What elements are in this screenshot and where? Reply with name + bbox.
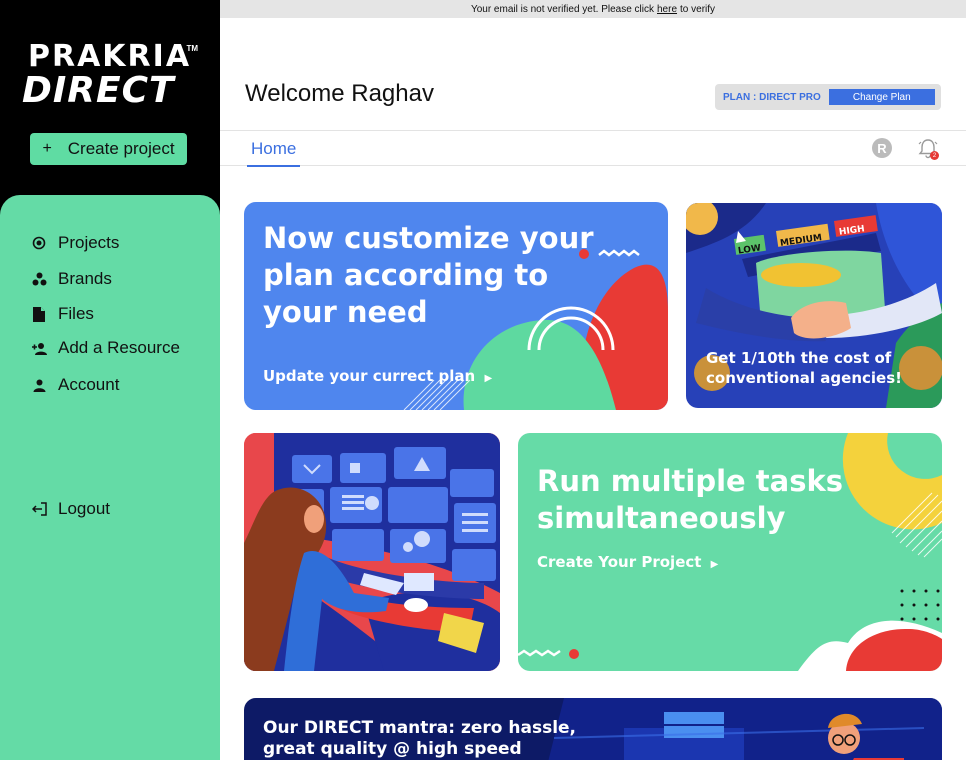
plan-box: PLAN : DIRECT PRO Change Plan [715,84,941,110]
change-plan-button[interactable]: Change Plan [828,89,935,105]
sidebar-item-add-resource[interactable]: Add a Resource [30,338,180,358]
create-project-label: Create project [67,139,175,158]
caret-right-icon: ▶ [484,373,493,384]
banner-suffix: to verify [680,3,716,15]
mantra-card[interactable]: Our DIRECT mantra: zero hassle, great qu… [244,698,942,760]
designer-illustration [244,433,500,671]
cost-card-text: Get 1/10th the cost of conventional agen… [706,348,902,388]
sidebar-item-label: Brands [58,269,112,288]
notification-badge: 2 [930,151,939,160]
text-line: Get 1/10th the cost of [706,349,892,367]
sidebar-item-projects[interactable]: Projects [30,233,119,253]
tab-bar: Home R 2 [220,130,966,167]
file-icon [30,305,48,323]
text-line: conventional agencies! [706,369,902,387]
update-plan-label: Update your currect plan [263,367,476,385]
title-line: Now customize your [263,221,594,255]
create-project-button[interactable]: + Create project [30,133,187,165]
sidebar-item-brands[interactable]: Brands [30,269,112,289]
title-line: Run multiple tasks [537,464,844,498]
text-line: Our DIRECT mantra: zero hassle, [263,718,577,738]
sidebar: PRAKRIA TM DIRECT + Create project Proje… [0,0,220,760]
customize-card-title: Now customize your plan according to you… [263,220,594,331]
sidebar-item-files[interactable]: Files [30,304,94,324]
title-line: your need [263,295,428,329]
workspace-illustration-card [244,433,500,671]
logout-label: Logout [58,499,110,518]
sidebar-item-label: Account [58,375,120,394]
verify-link[interactable]: here [657,4,677,15]
customize-plan-card[interactable]: Now customize your plan according to you… [244,202,668,410]
caret-right-icon: ▶ [710,559,719,570]
logo-line2: DIRECT [22,70,175,111]
tab-home[interactable]: Home [247,139,301,167]
add-user-icon [30,339,48,357]
page-title: Welcome Raghav [245,80,434,107]
sidebar-item-label: Projects [58,233,120,252]
logo-trademark: TM [186,44,198,53]
plus-icon: + [42,140,52,157]
logout-button[interactable]: Logout [30,499,110,519]
plan-label: PLAN : DIRECT PRO [723,91,821,103]
sidebar-item-account[interactable]: Account [30,375,119,395]
nav-panel: Projects Brands Files Add a Resource Acc… [0,195,220,760]
logo-line1: PRAKRIA [28,39,192,74]
text-line: great quality @ high speed [263,739,522,759]
sidebar-item-label: Files [58,304,94,323]
title-line: plan according to [263,258,549,292]
create-your-project-link[interactable]: Create Your Project ▶ [537,553,718,571]
brand-logo: PRAKRIA TM DIRECT [22,40,200,112]
email-verify-banner: Your email is not verified yet. Please c… [220,0,966,18]
brands-icon [30,270,48,288]
run-tasks-card[interactable]: Run multiple tasks simultaneously Create… [518,433,942,671]
cost-card[interactable]: LOW MEDIUM HIGH Get 1/10th the cost of c… [686,203,942,408]
sidebar-item-label: Add a Resource [58,338,180,357]
title-line: simultaneously [537,501,786,535]
tasks-card-title: Run multiple tasks simultaneously [537,463,843,537]
avatar[interactable]: R [872,138,892,158]
logout-icon [30,500,48,518]
update-plan-link[interactable]: Update your currect plan ▶ [263,367,492,385]
banner-prefix: Your email is not verified yet. Please c… [470,3,654,15]
target-icon [30,234,48,252]
mantra-text: Our DIRECT mantra: zero hassle, great qu… [263,718,576,760]
create-your-project-label: Create Your Project [537,553,702,571]
user-icon [30,376,48,394]
